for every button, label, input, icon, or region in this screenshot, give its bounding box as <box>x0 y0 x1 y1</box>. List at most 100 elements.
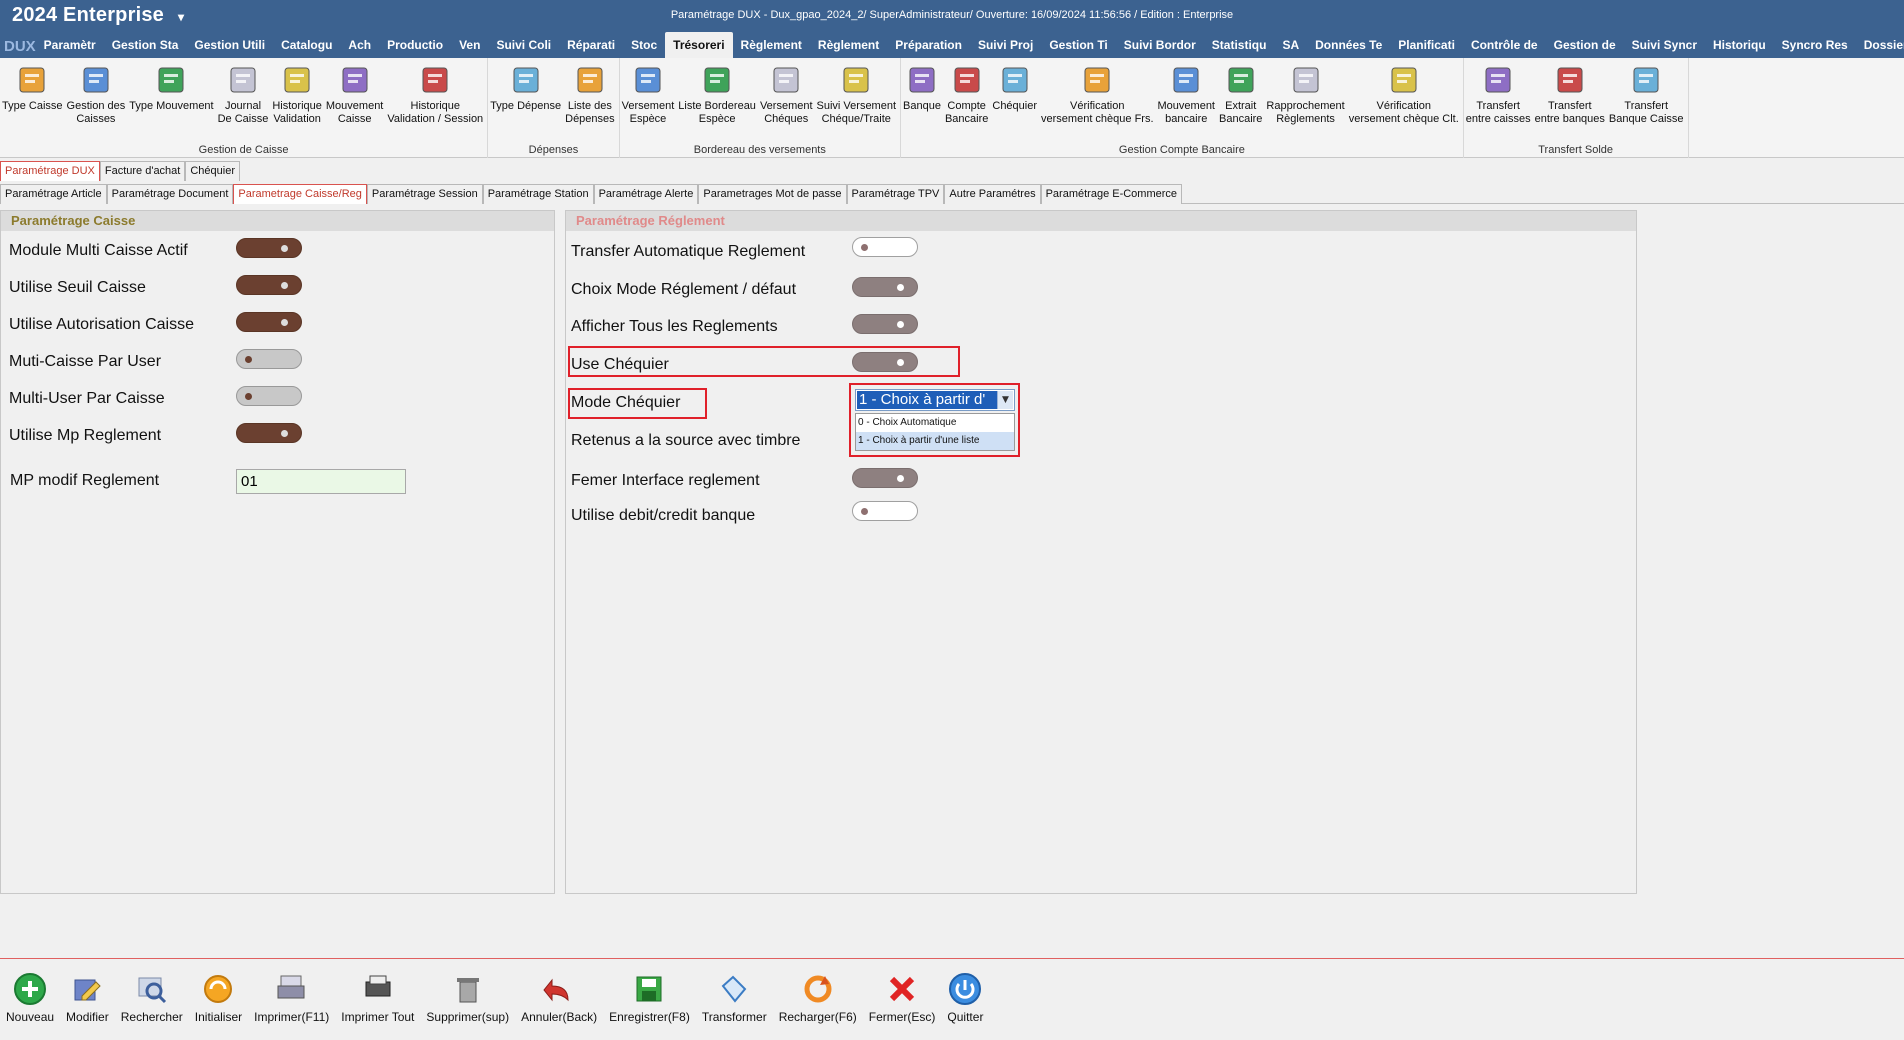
toolbar-button-label: Imprimer Tout <box>341 1010 415 1024</box>
toggle-knob <box>245 393 252 400</box>
menu-item[interactable]: Gestion Ti <box>1041 32 1115 58</box>
mode-chequier-option[interactable]: 1 - Choix à partir d'une liste <box>856 432 1014 450</box>
menu-item[interactable]: Suivi Proj <box>970 32 1041 58</box>
toggle-knob <box>897 284 904 291</box>
menu-item[interactable]: Historiqu <box>1705 32 1774 58</box>
caisse-setting-toggle[interactable] <box>236 386 302 406</box>
print-icon <box>277 975 305 999</box>
toolbar-button[interactable]: Initialiser <box>189 968 248 1040</box>
toolbar-button[interactable]: Imprimer Tout <box>335 968 420 1040</box>
menu-item[interactable]: Gestion Utili <box>186 32 273 58</box>
tab[interactable]: Paramétrage Session <box>366 184 483 204</box>
toolbar-button[interactable]: Quitter <box>941 968 989 1040</box>
menu-item[interactable]: Trésoreri <box>665 32 733 58</box>
caisse-setting-toggle[interactable] <box>236 275 302 295</box>
caisse-setting-toggle[interactable] <box>236 423 302 443</box>
chevron-down-icon[interactable]: ▼ <box>997 391 1013 409</box>
cheque-client-verify-icon <box>1391 67 1417 93</box>
tab[interactable]: Autre Paramétres <box>944 184 1041 204</box>
caisse-setting-label: Multi-User Par Caisse <box>9 390 165 407</box>
menu-item[interactable]: Ach <box>340 32 379 58</box>
menu-item[interactable]: Syncro Res <box>1774 32 1856 58</box>
toolbar-button[interactable]: Nouveau <box>0 968 60 1040</box>
reglement-setting-toggle[interactable] <box>852 468 918 488</box>
mode-chequier-select[interactable]: 1 - Choix à partir d' ▼ <box>855 389 1015 411</box>
toggle-knob <box>861 244 868 251</box>
menu-item[interactable]: Paramètr <box>36 32 104 58</box>
reglement-setting-label: Use Chéquier <box>571 356 669 373</box>
toggle-knob <box>281 282 288 289</box>
tab[interactable]: Paramétrage TPV <box>846 184 945 204</box>
caisse-setting-toggle[interactable] <box>236 238 302 258</box>
menu-item[interactable]: Gestion de <box>1546 32 1624 58</box>
reglement-setting-toggle[interactable] <box>852 501 918 521</box>
toggle-knob <box>897 475 904 482</box>
menu-item[interactable]: Suivi Syncr <box>1624 32 1705 58</box>
toolbar-button[interactable]: Fermer(Esc) <box>863 968 942 1040</box>
menu-item[interactable]: Productio <box>379 32 451 58</box>
mode-chequier-value: 1 - Choix à partir d' <box>857 391 997 409</box>
menu-item[interactable]: Statistiqu <box>1204 32 1275 58</box>
menu-item[interactable]: Préparation <box>887 32 970 58</box>
ribbon-button-label: Historique Validation <box>272 100 322 125</box>
menu-item[interactable]: Dossier imp <box>1856 32 1904 58</box>
menu-item[interactable]: Données Te <box>1307 32 1390 58</box>
menu-item[interactable]: Suivi Coli <box>488 32 559 58</box>
menu-item[interactable]: Contrôle de <box>1463 32 1546 58</box>
ribbon-button-label: Transfert entre banques <box>1534 100 1605 125</box>
tab[interactable]: Paramétrage Document <box>106 184 234 204</box>
mp-modif-reglement-input[interactable] <box>236 469 406 494</box>
tab[interactable]: Chéquier <box>185 161 240 181</box>
menu-item[interactable]: Règlement <box>733 32 810 58</box>
toolbar-button[interactable]: Modifier <box>60 968 115 1040</box>
tab[interactable]: Paramétrage Alerte <box>593 184 699 204</box>
reglement-setting-toggle[interactable] <box>852 352 918 372</box>
menu-item[interactable]: Catalogu <box>273 32 340 58</box>
menu-item[interactable]: Suivi Bordor <box>1116 32 1204 58</box>
tab[interactable]: Facture d'achat <box>99 161 186 181</box>
tab[interactable]: Paramétrage E-Commerce <box>1040 184 1183 204</box>
bottom-toolbar: Nouveau Modifier Rechercher Initialiser Impr… <box>0 968 1904 1040</box>
undo-icon <box>543 978 569 1002</box>
reglement-panel: Paramétrage Réglement <box>565 210 1637 894</box>
menu-item[interactable]: SA <box>1274 32 1307 58</box>
mp-modif-reglement-label: MP modif Reglement <box>10 472 160 489</box>
menu-item[interactable]: Règlement <box>810 32 887 58</box>
menu-item[interactable]: Réparati <box>559 32 623 58</box>
ribbon-button-label: Chéquier <box>992 100 1038 112</box>
menu-item[interactable]: Stoc <box>623 32 665 58</box>
reglement-setting-toggle[interactable] <box>852 277 918 297</box>
ribbon-group-label: Gestion Compte Bancaire <box>1118 144 1245 156</box>
tab[interactable]: Paramétrage Article <box>0 184 107 204</box>
caisse-setting-toggle[interactable] <box>236 312 302 332</box>
ribbon-button-label: Historique Validation / Session <box>387 100 484 125</box>
mode-chequier-dropdown: 0 - Choix Automatique 1 - Choix à partir … <box>855 413 1015 451</box>
menu-item[interactable]: Planificati <box>1390 32 1463 58</box>
toolbar-button[interactable]: Supprimer(sup) <box>420 968 515 1040</box>
tab[interactable]: Parametrages Mot de passe <box>698 184 847 204</box>
ribbon-group-label: Bordereau des versements <box>693 144 826 156</box>
menu-item[interactable]: Gestion Sta <box>104 32 187 58</box>
ribbon-button-label: Vérification versement chèque Frs. <box>1041 100 1154 125</box>
caisse-setting-label: Module Multi Caisse Actif <box>9 242 188 259</box>
tab[interactable]: Paramétrage Station <box>482 184 594 204</box>
reglement-panel-title: Paramétrage Réglement <box>566 211 1636 231</box>
ribbon-button-label: Banque <box>903 100 941 112</box>
caisse-setting-toggle[interactable] <box>236 349 302 369</box>
tab[interactable]: Parametrage Caisse/Reg <box>233 184 367 204</box>
reglement-setting-toggle[interactable] <box>852 237 918 257</box>
toolbar-button[interactable]: Recharger(F6) <box>773 968 863 1040</box>
toolbar-button[interactable]: Transformer <box>696 968 773 1040</box>
mode-chequier-option[interactable]: 0 - Choix Automatique <box>856 414 1014 432</box>
toolbar-button[interactable]: Enregistrer(F8) <box>603 968 696 1040</box>
ribbon-button-label: Versement Espèce <box>621 100 675 125</box>
ribbon-button-label: Type Dépense <box>490 100 562 112</box>
toolbar-button[interactable]: Rechercher <box>115 968 189 1040</box>
menu-item[interactable]: Ven <box>451 32 488 58</box>
toolbar-button[interactable]: Imprimer(F11) <box>248 968 335 1040</box>
reglement-setting-toggle[interactable] <box>852 314 918 334</box>
cash-register-icon <box>19 67 45 93</box>
toolbar-button[interactable]: Annuler(Back) <box>515 968 603 1040</box>
tab[interactable]: Paramétrage DUX <box>0 161 100 181</box>
ribbon-button-label: Journal De Caisse <box>217 100 269 125</box>
